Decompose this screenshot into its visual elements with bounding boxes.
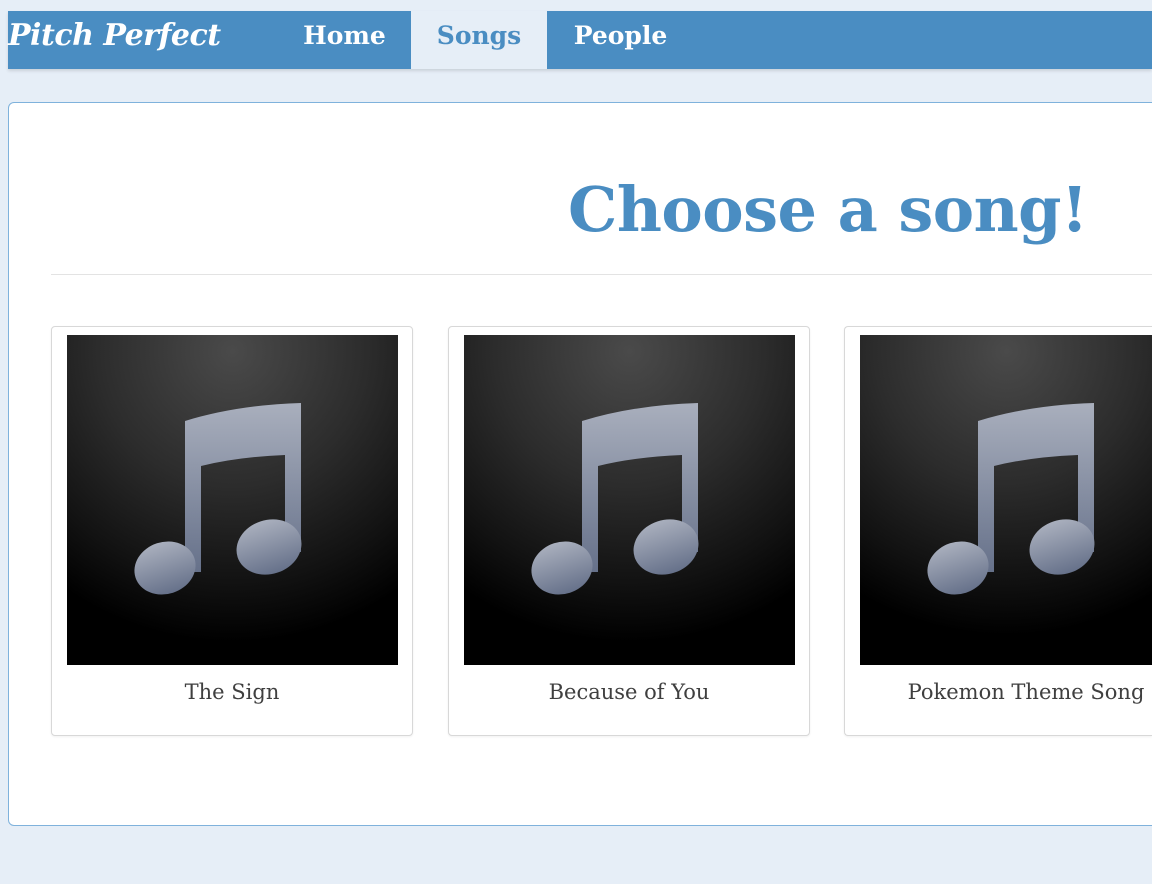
song-card-pokemon-theme-song[interactable]: Pokemon Theme Song — [844, 326, 1152, 736]
music-note-icon — [927, 403, 1095, 595]
tab-home[interactable]: Home — [278, 11, 411, 69]
song-card-because-of-you[interactable]: Because of You — [448, 326, 810, 736]
music-note-icon — [134, 403, 302, 595]
song-title: Pokemon Theme Song — [907, 680, 1145, 704]
song-title: Because of You — [548, 680, 710, 704]
tab-people[interactable]: People — [547, 11, 694, 69]
song-title: The Sign — [184, 680, 280, 704]
brand-logo[interactable]: Pitch Perfect — [8, 11, 221, 69]
song-album-art — [464, 335, 795, 665]
song-album-art — [860, 335, 1152, 665]
top-navbar: Pitch Perfect Home Songs People — [8, 11, 1152, 69]
song-card-the-sign[interactable]: The Sign — [51, 326, 413, 736]
song-album-art — [67, 335, 398, 665]
tab-songs[interactable]: Songs — [411, 11, 547, 69]
music-note-icon — [531, 403, 699, 595]
title-divider — [51, 274, 1152, 275]
page-title: Choose a song! — [568, 173, 1088, 246]
